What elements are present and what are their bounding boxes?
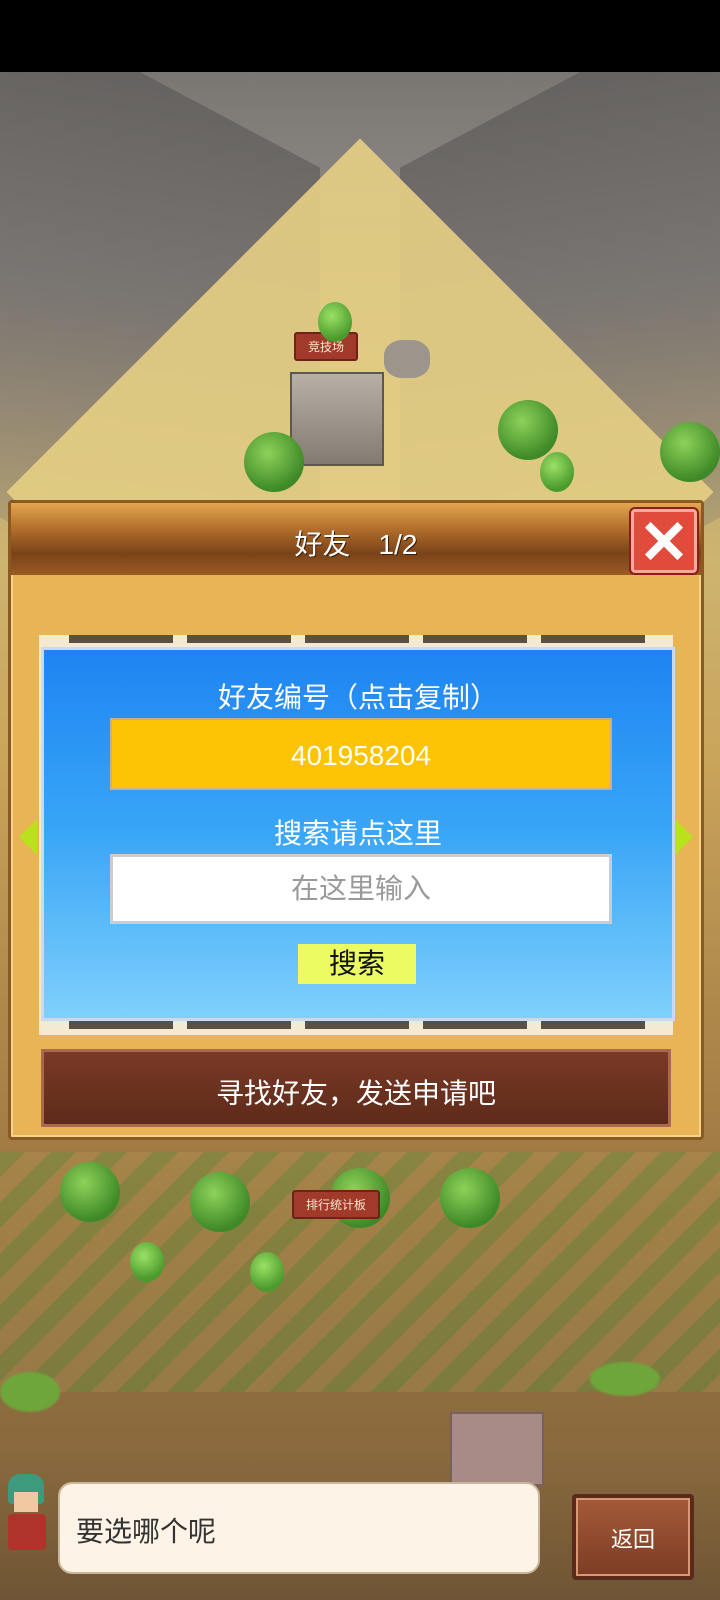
speech-text: 要选哪个呢 — [76, 1516, 217, 1547]
tree — [540, 452, 574, 492]
avatar-face — [14, 1492, 38, 1512]
find-friends-banner: 寻找好友，发送申请吧 — [41, 1049, 671, 1127]
search-label: 搜索请点这里 — [273, 818, 442, 849]
tree — [498, 400, 558, 460]
tree — [190, 1172, 250, 1232]
dialog-title: 好友 1/2 — [294, 529, 418, 560]
tab-divider — [305, 635, 409, 643]
character-avatar — [2, 1474, 52, 1554]
speech-bubble: 要选哪个呢 — [58, 1482, 540, 1574]
tree — [60, 1162, 120, 1222]
friend-id-copy-button[interactable]: 401958204 — [110, 718, 612, 790]
return-label: 返回 — [610, 1527, 655, 1552]
tree — [440, 1168, 500, 1228]
search-input[interactable] — [110, 854, 612, 924]
tree — [318, 302, 352, 342]
tab-divider — [187, 635, 291, 643]
friend-id-value: 401958204 — [290, 740, 432, 771]
tree — [244, 432, 304, 492]
dialog-header: 好友 1/2 — [11, 503, 701, 575]
ranking-board-label[interactable]: 排行统计板 — [292, 1190, 381, 1219]
rock — [384, 340, 430, 378]
shop-building[interactable] — [450, 1412, 544, 1486]
tab-divider — [423, 635, 527, 643]
grass-patch — [0, 1372, 60, 1412]
arena-building[interactable] — [290, 372, 384, 466]
banner-text: 寻找好友，发送申请吧 — [215, 1078, 496, 1109]
tree — [250, 1252, 284, 1292]
grass-patch — [590, 1362, 660, 1396]
friends-dialog: 好友 1/2 好友编号（点击复制） 401958204 搜索请点这里 搜索 寻找… — [8, 500, 704, 1140]
arrow-right-icon[interactable] — [675, 819, 693, 855]
tree — [130, 1242, 164, 1282]
status-bar — [0, 0, 720, 72]
tab-divider — [69, 635, 173, 643]
tab-divider — [541, 635, 645, 643]
close-icon[interactable] — [631, 509, 697, 573]
avatar-body — [8, 1514, 46, 1550]
tree — [660, 422, 720, 482]
return-button[interactable]: 返回 — [572, 1494, 694, 1580]
friend-id-label: 好友编号（点击复制） — [217, 682, 498, 713]
friend-search-panel: 好友编号（点击复制） 401958204 搜索请点这里 搜索 — [41, 647, 675, 1021]
search-button[interactable]: 搜索 — [298, 944, 416, 984]
arrow-left-icon[interactable] — [19, 819, 37, 855]
